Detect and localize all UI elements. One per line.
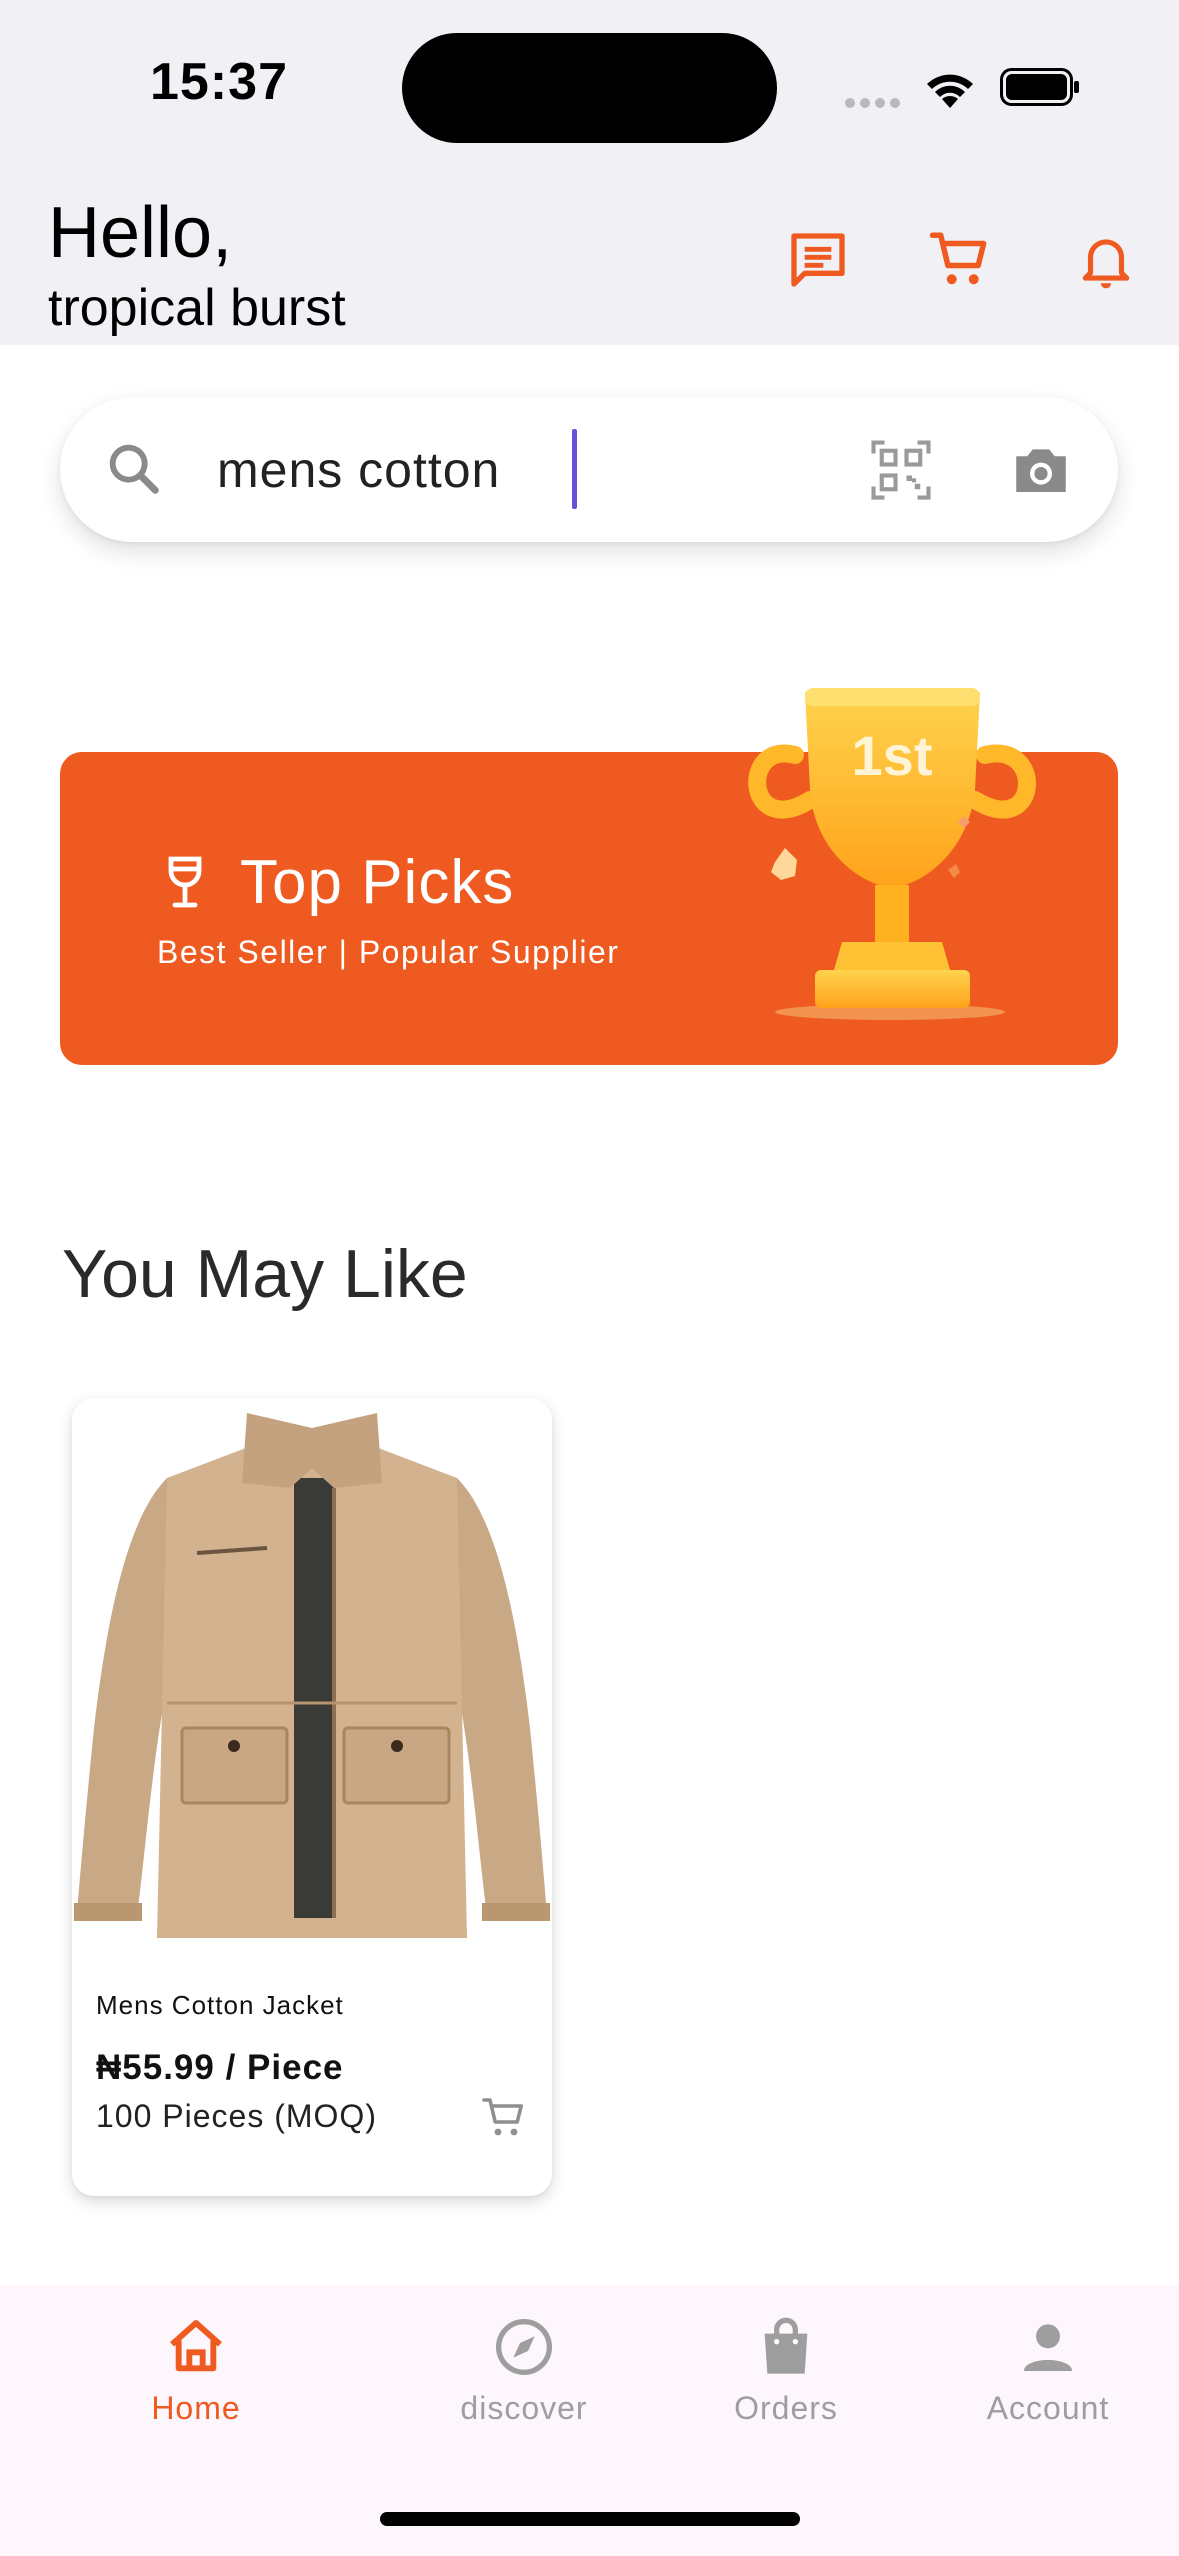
product-name: Mens Cotton Jacket	[96, 1990, 344, 2020]
bell-icon	[1082, 239, 1130, 289]
wifi-icon	[927, 74, 973, 108]
product-card[interactable]: Mens Cotton Jacket ₦55.99 / Piece 100 Pi…	[72, 1398, 552, 2196]
nav-item-orders[interactable]: Orders	[676, 2315, 896, 2427]
goblet-icon	[168, 856, 202, 907]
search-icon	[109, 444, 159, 494]
bag-icon	[764, 2317, 808, 2374]
signal-icon	[845, 95, 905, 113]
text-caret	[572, 429, 577, 509]
home-indicator	[380, 2512, 800, 2526]
user-name: tropical burst	[48, 279, 346, 337]
status-indicators	[845, 60, 1085, 116]
cart-icon	[929, 232, 987, 285]
nav-label-discover: discover	[460, 2390, 588, 2426]
nav-item-account[interactable]: Account	[938, 2315, 1158, 2427]
search-input[interactable]	[215, 427, 859, 513]
add-to-cart-icon[interactable]	[480, 2094, 528, 2142]
nav-label-orders: Orders	[734, 2390, 838, 2426]
search-bar[interactable]	[60, 397, 1118, 542]
nav-label-home: Home	[151, 2390, 241, 2426]
battery-icon	[1000, 68, 1079, 106]
banner-title-row: Top Picks	[160, 847, 514, 918]
home-icon	[170, 2320, 222, 2372]
trophy-badge-text: 1st	[852, 724, 933, 787]
message-button[interactable]	[780, 222, 856, 298]
nav-item-discover[interactable]: discover	[414, 2315, 634, 2427]
qr-scan-icon[interactable]	[868, 437, 934, 503]
notifications-button[interactable]	[1068, 222, 1144, 298]
section-title-you-may-like: You May Like	[62, 1236, 468, 1312]
product-price: ₦55.99 / Piece	[96, 2048, 344, 2087]
cart-button[interactable]	[922, 222, 998, 298]
trophy-icon: 1st	[748, 688, 1036, 1020]
banner-title: Top Picks	[240, 848, 515, 917]
nav-label-account: Account	[986, 2390, 1110, 2426]
dynamic-island	[402, 33, 777, 143]
greeting-text: Hello,	[48, 193, 233, 273]
product-image-jacket	[72, 1398, 552, 1958]
nav-item-home[interactable]: Home	[86, 2315, 306, 2427]
person-icon	[1024, 2324, 1072, 2371]
message-icon	[791, 233, 845, 287]
status-time: 15:37	[150, 53, 288, 111]
banner-subtitle: Best Seller | Popular Supplier	[157, 934, 620, 970]
camera-icon[interactable]	[1008, 437, 1074, 503]
compass-icon	[496, 2319, 552, 2375]
product-moq: 100 Pieces (MOQ)	[96, 2098, 377, 2134]
